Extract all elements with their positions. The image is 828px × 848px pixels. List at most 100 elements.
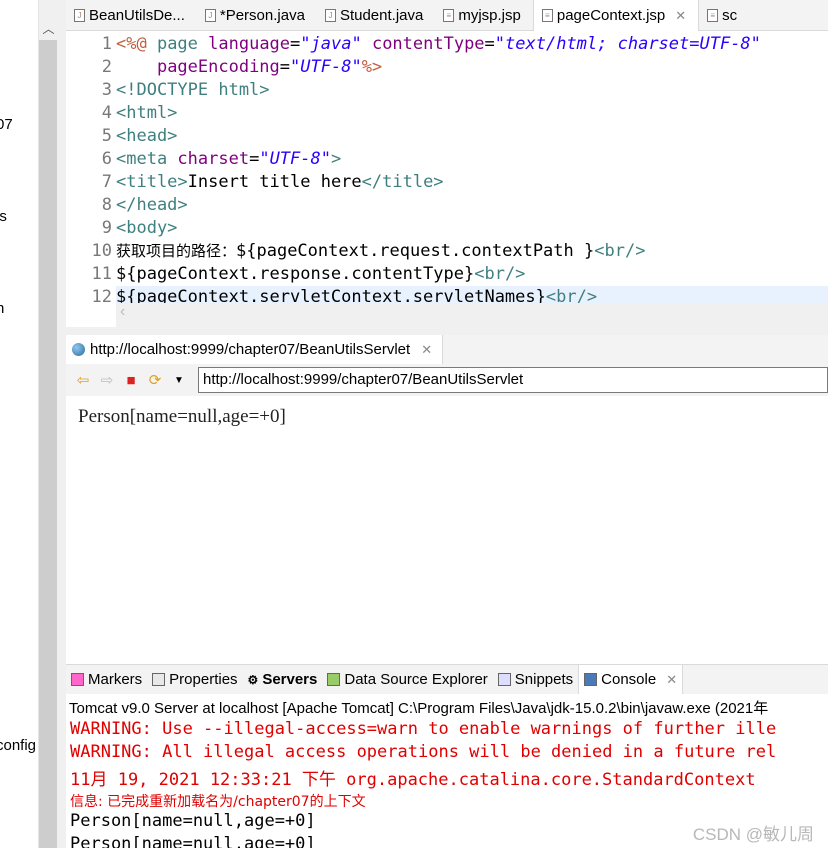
code-line[interactable]: <title>Insert title here</title> xyxy=(116,171,828,194)
browser-tab[interactable]: http://localhost:9999/chapter07/BeanUtil… xyxy=(66,335,444,364)
console-line: WARNING: All illegal access operations w… xyxy=(70,742,777,762)
project-explorer-scrollbar[interactable]: ︿ xyxy=(38,0,58,848)
stop-icon[interactable]: ■ xyxy=(122,372,140,389)
line-number: 4 xyxy=(101,103,112,123)
line-number: 11 xyxy=(91,264,112,284)
tab-label: Student.java xyxy=(339,7,424,24)
data-source-icon xyxy=(327,673,341,686)
line-number: 2 xyxy=(101,57,112,77)
console-line: WARNING: Use --illegal-access=warn to en… xyxy=(70,719,777,739)
tab-label: Snippets xyxy=(514,671,574,688)
tab-snippets[interactable]: Snippets xyxy=(493,665,578,695)
code-token: <br/> xyxy=(594,241,646,261)
java-file-icon: J xyxy=(324,9,336,22)
panel-divider[interactable] xyxy=(57,0,66,848)
tree-item-fragment[interactable]: 07 xyxy=(0,116,13,133)
tab-data-source-explorer[interactable]: Data Source Explorer xyxy=(322,665,492,695)
code-line[interactable]: <html> xyxy=(116,102,828,125)
back-icon[interactable]: ⇦ xyxy=(74,371,92,389)
code-line[interactable]: <body> xyxy=(116,217,828,240)
horizontal-scrollbar[interactable]: ‹ xyxy=(116,303,828,327)
properties-icon xyxy=(152,673,166,686)
code-token: page xyxy=(156,34,209,54)
line-number: 9 xyxy=(101,218,112,238)
line-number-gutter: 1 2 3 4 5 6 7 8 9 10 11 12 xyxy=(66,31,116,307)
tab-label: pageContext.jsp xyxy=(556,7,666,24)
tree-item-fragment[interactable]: config xyxy=(0,737,36,754)
close-icon[interactable]: ✕ xyxy=(675,8,686,24)
code-token: 获取项目的路径： xyxy=(116,242,237,260)
tab-pagecontext-jsp[interactable]: ≡ pageContext.jsp ✕ xyxy=(532,0,700,31)
code-token: = xyxy=(249,149,260,169)
code-line[interactable]: pageEncoding="UTF-8"%> xyxy=(116,56,828,79)
editor-tabs: J BeanUtilsDe... J *Person.java J Student.j… xyxy=(66,0,828,31)
close-icon[interactable]: ✕ xyxy=(421,342,432,358)
code-line[interactable]: <%@ page language="java" contentType="te… xyxy=(116,33,828,56)
close-icon[interactable]: ✕ xyxy=(666,672,677,688)
code-token: pageEncoding xyxy=(156,57,280,77)
line-number: 10 xyxy=(91,241,112,261)
servers-icon: ⚙ xyxy=(247,672,259,687)
code-token: <html> xyxy=(116,103,178,123)
tab-markers[interactable]: Markers xyxy=(66,665,147,695)
line-number: 1 xyxy=(101,34,112,54)
tab-label: Markers xyxy=(88,671,143,688)
code-token: ${pageContext.request.contextPath } xyxy=(236,241,595,261)
browser-content: Person[name=null,age=+0] xyxy=(66,396,828,662)
globe-icon xyxy=(72,343,85,356)
code-token: %> xyxy=(361,57,383,77)
code-token: </title> xyxy=(361,172,444,192)
code-token: <head> xyxy=(116,126,178,146)
tab-overflow[interactable]: ≡ sc xyxy=(699,0,749,31)
tab-student-java[interactable]: J Student.java xyxy=(317,0,435,31)
tab-label: Data Source Explorer xyxy=(344,671,488,688)
refresh-icon[interactable]: ⟳ xyxy=(146,371,164,389)
code-editor[interactable]: 1 2 3 4 5 6 7 8 9 10 11 12 <%@ page language="java"… xyxy=(66,31,828,327)
code-line[interactable]: <meta charset="UTF-8"> xyxy=(116,148,828,171)
tab-person-java[interactable]: J *Person.java xyxy=(197,0,317,31)
line-number: 6 xyxy=(101,149,112,169)
dropdown-icon[interactable]: ▼ xyxy=(170,375,188,386)
code-token: "text/html; charset=UTF-8" xyxy=(494,34,761,54)
console-line: 信息: 已完成重新加载名为/chapter07的上下文 xyxy=(70,794,366,810)
tree-item-fragment[interactable]: ls xyxy=(0,208,7,225)
java-file-icon: J xyxy=(204,9,216,22)
code-line[interactable]: <head> xyxy=(116,125,828,148)
scroll-left-icon[interactable]: ‹ xyxy=(120,303,125,320)
tab-label: sc xyxy=(722,7,738,24)
code-line[interactable]: 获取项目的路径：${pageContext.request.contextPat… xyxy=(116,240,828,263)
code-line[interactable]: ${pageContext.response.contentType}<br/> xyxy=(116,263,828,286)
code-token: <body> xyxy=(116,218,178,238)
code-token: Insert title here xyxy=(187,172,362,192)
tab-beanutilsdemo[interactable]: J BeanUtilsDe... xyxy=(66,0,197,31)
code-token: <!DOCTYPE html> xyxy=(116,80,270,100)
url-input[interactable]: http://localhost:9999/chapter07/BeanUtil… xyxy=(198,367,828,393)
code-token: ${pageContext.response.contentType} xyxy=(116,264,475,284)
code-token: <title> xyxy=(116,172,188,192)
forward-icon[interactable]: ⇨ xyxy=(98,371,116,389)
code-token: <%@ xyxy=(116,34,157,54)
jsp-file-icon: ≡ xyxy=(541,9,553,22)
code-line[interactable]: <!DOCTYPE html> xyxy=(116,79,828,102)
watermark: CSDN @敏儿周 xyxy=(692,825,814,844)
console-line: Person[name=null,age=+0] xyxy=(70,811,316,831)
tab-label: Properties xyxy=(169,671,238,688)
scroll-up-icon[interactable]: ︿ xyxy=(39,0,58,40)
tree-item-fragment[interactable]: n xyxy=(0,300,4,317)
tab-servers[interactable]: ⚙ Servers xyxy=(243,665,323,695)
tab-console[interactable]: Console ✕ xyxy=(578,664,684,695)
code-token: <br/> xyxy=(474,264,526,284)
code-line[interactable]: </head> xyxy=(116,194,828,217)
tab-label: *Person.java xyxy=(219,7,305,24)
tab-properties[interactable]: Properties xyxy=(147,665,242,695)
browser-toolbar: ⇦ ⇨ ■ ⟳ ▼ http://localhost:9999/chapter0… xyxy=(66,364,828,396)
tab-myjsp[interactable]: ≡ myjsp.jsp xyxy=(435,0,533,31)
snippets-icon xyxy=(497,673,511,686)
code-token: > xyxy=(330,149,342,169)
views-tabbar: Markers Properties ⚙ Servers Data Source … xyxy=(66,664,828,695)
line-number: 3 xyxy=(101,80,112,100)
console-line: 11月 19, 2021 12:33:21 下午 org.apache.cata… xyxy=(70,770,756,790)
line-number: 8 xyxy=(101,195,112,215)
